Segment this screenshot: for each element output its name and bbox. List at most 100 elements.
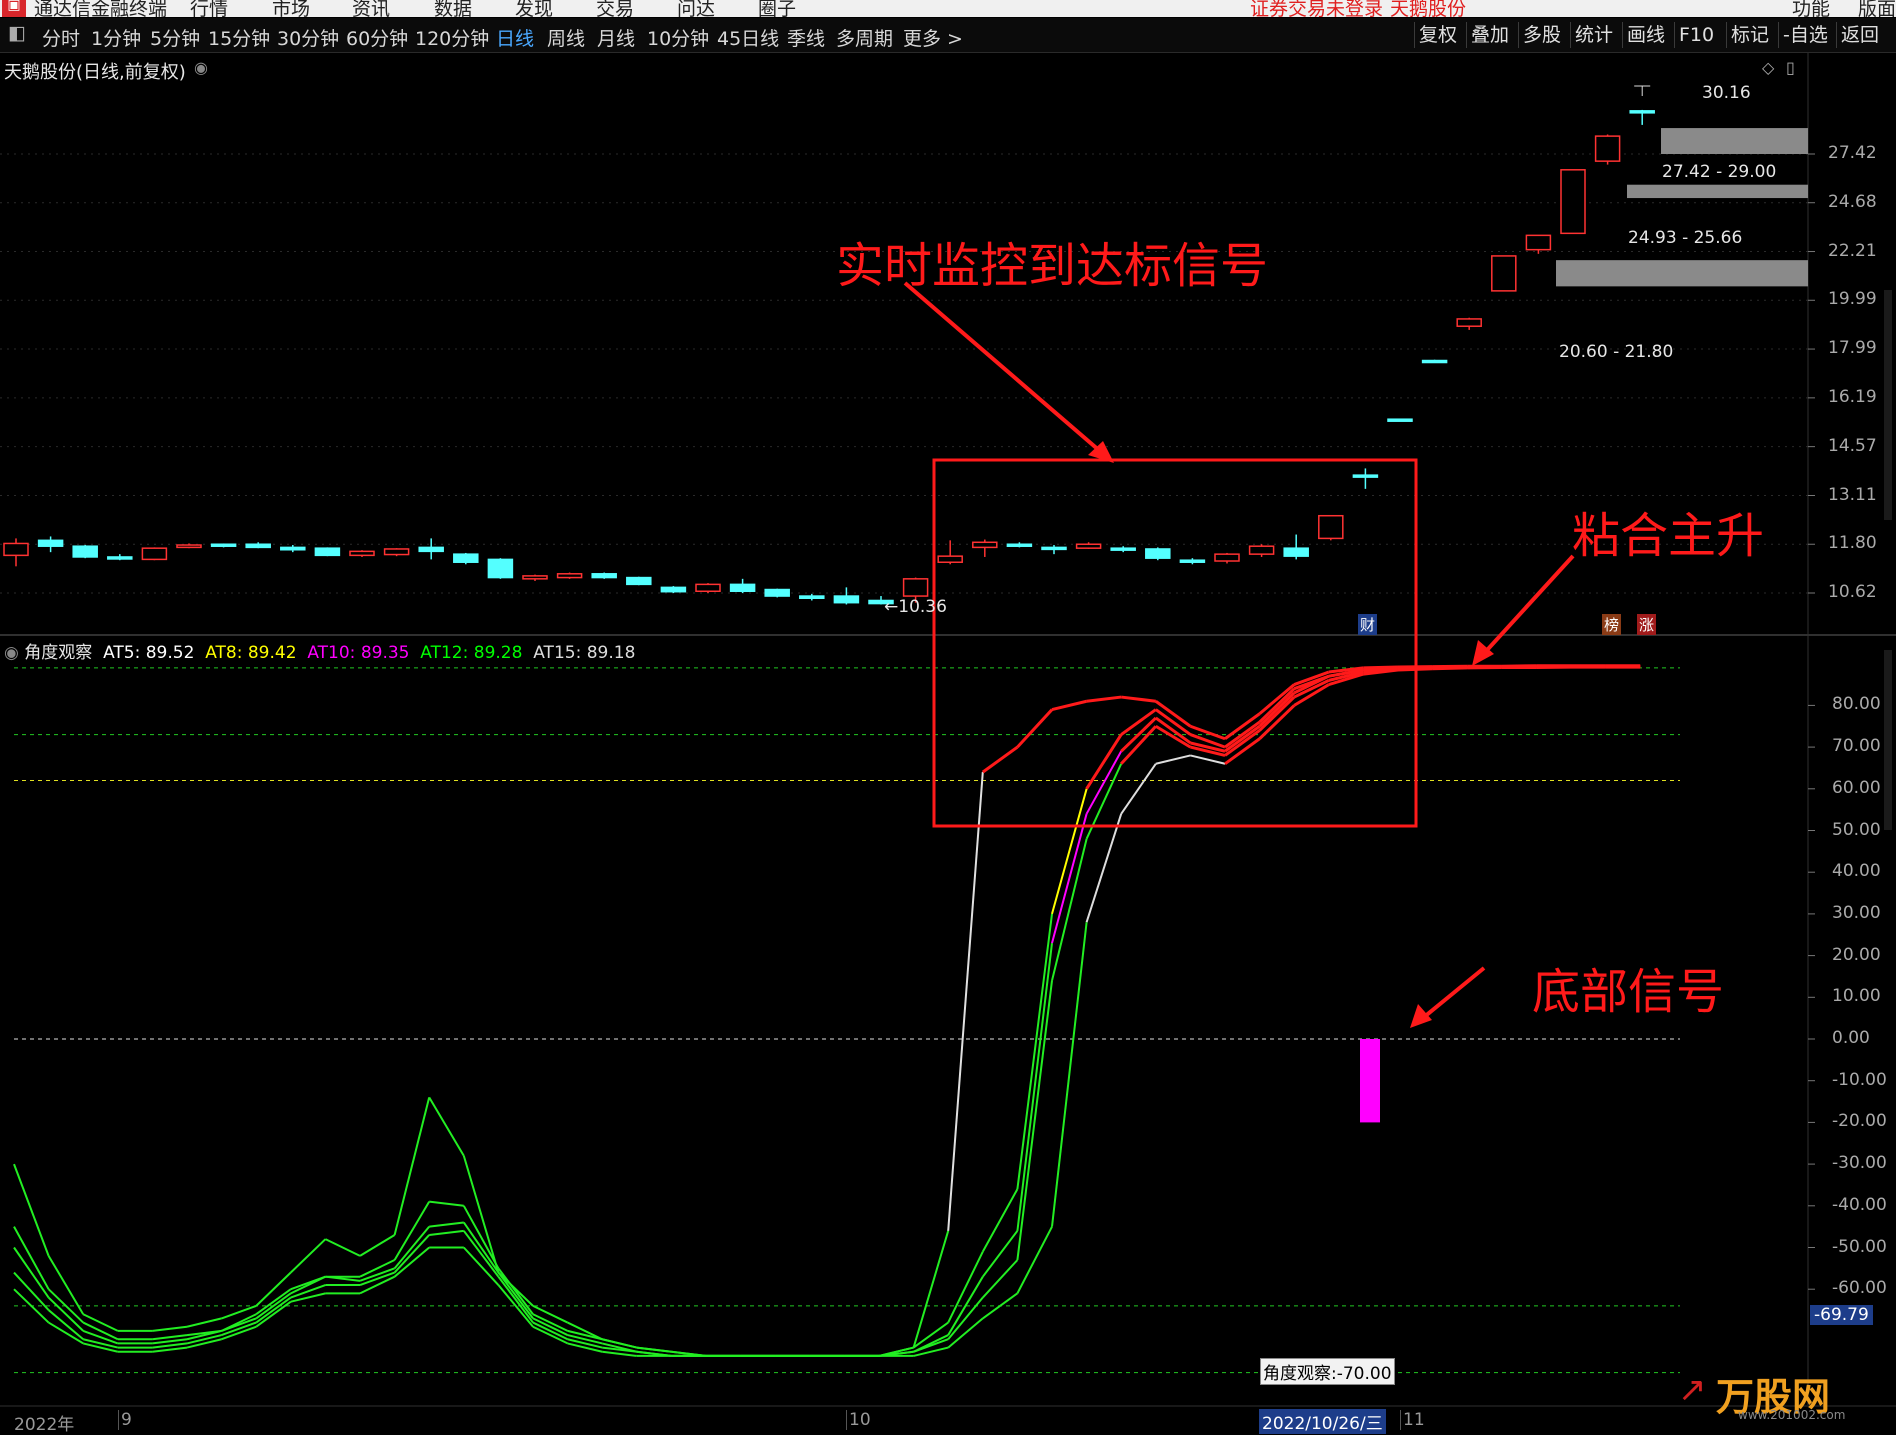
candle (556, 572, 583, 579)
candle-body (1041, 546, 1067, 551)
angle-segment (186, 1317, 222, 1328)
candle-body (833, 595, 860, 604)
window-toggle-icon[interactable]: ▯ (1786, 58, 1795, 77)
indicator-tick-label-12: -40.00 (1832, 1194, 1887, 1215)
candle-body (383, 548, 410, 556)
angle-segment (1051, 813, 1088, 944)
diamond-icon[interactable]: ◇ (1762, 58, 1774, 77)
price-tick-label-3: 19.99 (1828, 289, 1877, 310)
gap-zone-label-1: 27.42 - 29.00 (1662, 162, 1777, 182)
angle-segment (601, 1338, 638, 1349)
angle-segment (13, 1163, 50, 1257)
legend-at8: AT8: 89.42 (205, 643, 297, 663)
candle (972, 539, 998, 557)
candle-body (1214, 553, 1240, 562)
candle-body (72, 545, 98, 558)
angle-segment (1155, 754, 1191, 765)
candle (1041, 545, 1067, 555)
indicator-collapse-icon[interactable]: ◉ (4, 643, 19, 663)
legend-at12-value: 89.28 (473, 643, 523, 663)
angle-segment (1051, 699, 1087, 712)
candle (937, 540, 963, 565)
candle-body (1629, 110, 1655, 114)
angle-segment (1016, 708, 1054, 749)
angle-segment (1086, 695, 1122, 703)
angle-segment (602, 1350, 637, 1357)
angle-segment (429, 1200, 464, 1207)
candle-body (1456, 318, 1482, 327)
angle-line-at8 (13, 664, 1641, 1357)
price-tick-label-2: 22.21 (1828, 240, 1877, 261)
candle (349, 550, 375, 557)
chart-canvas[interactable] (0, 0, 1896, 1435)
candle (729, 578, 756, 593)
indicator-tick-label-3: 50.00 (1832, 819, 1881, 840)
price-tick-label-0: 27.42 (1828, 143, 1877, 163)
angle-segment (913, 1338, 949, 1353)
candle (591, 572, 617, 579)
candle (626, 576, 652, 586)
legend-at5: AT5: 89.52 (103, 643, 195, 663)
time-label-oct: 10 (846, 1410, 871, 1430)
main-scrollbar[interactable] (1884, 290, 1892, 520)
angle-segment (393, 1234, 430, 1274)
candle (1110, 546, 1136, 553)
angle-segment (636, 1346, 672, 1353)
price-tick-label-9: 10.62 (1828, 582, 1877, 602)
angle-segment (324, 1238, 361, 1257)
indicator-tick-label-5: 30.00 (1832, 902, 1881, 923)
legend-at15: AT15: 89.18 (533, 643, 636, 663)
angle-segment (1432, 666, 1468, 671)
gap-zone-label-2: 24.93 - 25.66 (1628, 228, 1743, 248)
candle (1421, 359, 1448, 364)
candle (72, 545, 98, 559)
angle-segment (1121, 695, 1156, 703)
candle (1560, 169, 1586, 235)
limit-up-badge[interactable]: 涨 (1637, 614, 1657, 635)
candle-body (1006, 543, 1033, 547)
angle-segment (982, 1230, 1019, 1278)
indicator-header: ◉ 角度观察 AT5: 89.52 AT8: 89.42 AT10: 89.35… (4, 638, 635, 663)
indicator-tick-label-8: 0.00 (1832, 1028, 1870, 1048)
candle-body (1179, 559, 1206, 563)
angle-line-at15 (13, 665, 1641, 1357)
angle-segment (152, 1334, 188, 1341)
candle-body (1525, 234, 1552, 251)
ranking-badge[interactable]: 榜 (1602, 614, 1622, 635)
chart-settings-chevron-icon[interactable]: ◉ (194, 58, 208, 77)
indicator-tick-label-7: 10.00 (1832, 986, 1881, 1007)
angle-segment (947, 772, 984, 1231)
angle-segment (1016, 913, 1053, 1190)
angle-segment (1190, 754, 1226, 765)
candle (799, 593, 825, 601)
candle-body (1421, 359, 1448, 364)
angle-segment (152, 1346, 188, 1353)
candle-body (3, 542, 29, 557)
low-price-value: 10.36 (898, 597, 947, 617)
candle (1214, 552, 1240, 564)
angle-segment (981, 1188, 1019, 1253)
angle-segment (359, 1234, 396, 1257)
candle-body (487, 558, 514, 579)
angle-segment (152, 1342, 188, 1349)
angle-segment (82, 1342, 119, 1353)
angle-segment (186, 1338, 222, 1349)
legend-at15-name: AT15 (533, 643, 576, 663)
candle (1352, 468, 1379, 489)
legend-at8-name: AT8 (205, 643, 237, 663)
cursor-date-badge: 2022/10/26/三 (1259, 1409, 1386, 1434)
candle-body (799, 595, 825, 600)
gap-zone-1 (1627, 184, 1808, 199)
low-price-label: ←10.36 (884, 597, 947, 617)
legend-at10: AT10: 89.35 (307, 643, 410, 663)
candle (1179, 558, 1206, 565)
angle-segment (1016, 1226, 1053, 1294)
finance-badge[interactable]: 财 (1358, 614, 1378, 635)
candle-body (245, 543, 271, 549)
indicator-scrollbar[interactable] (1884, 650, 1892, 830)
candle (210, 543, 237, 548)
angle-segment (428, 1096, 465, 1157)
angle-segment (982, 1292, 1018, 1320)
candle-body (660, 586, 687, 593)
legend-at5-name: AT5 (103, 643, 135, 663)
